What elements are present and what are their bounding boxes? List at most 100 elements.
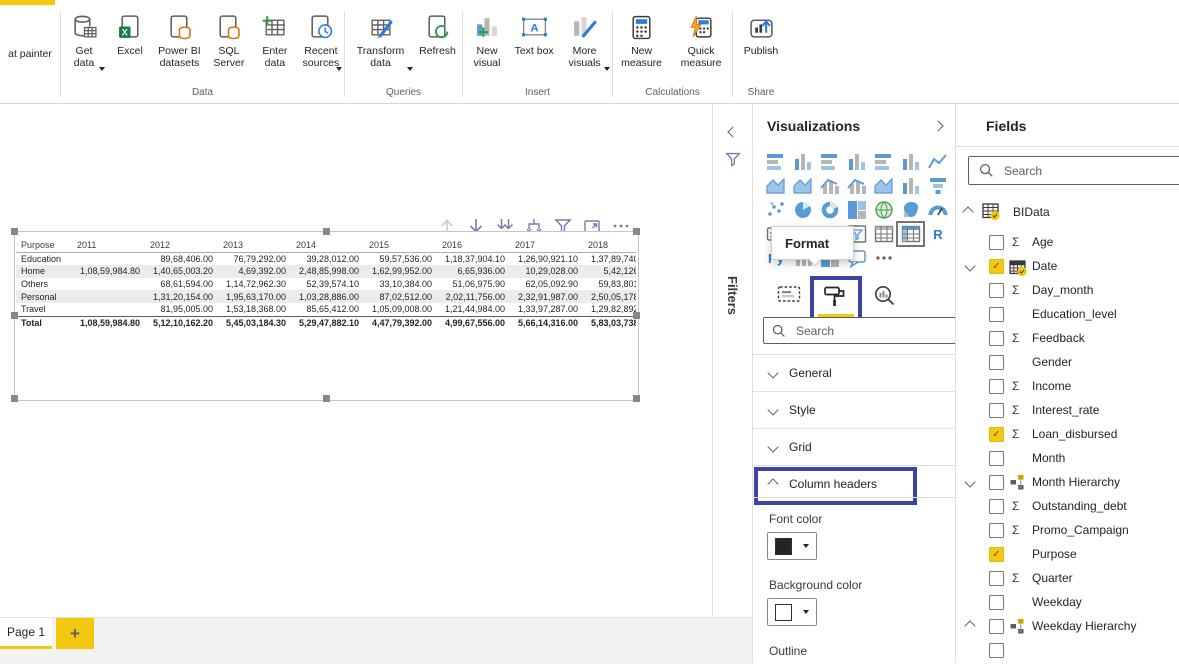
refresh-button[interactable]: Refresh: [415, 12, 461, 58]
selection-handle[interactable]: [633, 228, 640, 235]
chevron-down-icon[interactable]: [964, 260, 975, 271]
donut-chart-gallery-icon[interactable]: [816, 198, 843, 222]
field-checkbox[interactable]: [989, 451, 1004, 466]
field-checkbox[interactable]: [989, 523, 1004, 538]
pie-chart-gallery-icon[interactable]: [789, 198, 816, 222]
field-checkbox[interactable]: [989, 235, 1004, 250]
chevron-down-icon[interactable]: [964, 476, 975, 487]
more-visuals-ellipsis-gallery-icon[interactable]: [870, 246, 897, 270]
fields-search-input[interactable]: [1002, 163, 1179, 179]
font-color-dropdown[interactable]: [767, 532, 817, 560]
field-checkbox[interactable]: ✓: [989, 427, 1004, 442]
scatter-chart-gallery-icon[interactable]: [762, 198, 789, 222]
waterfall-chart-gallery-icon[interactable]: [897, 174, 924, 198]
fields-tab[interactable]: [777, 284, 801, 309]
selection-handle[interactable]: [633, 312, 640, 319]
quick-measure-button[interactable]: Quick measure: [670, 12, 732, 69]
collapse-visualizations-chevron-icon[interactable]: [932, 120, 943, 131]
field-checkbox[interactable]: [989, 595, 1004, 610]
format-search-box[interactable]: [763, 317, 956, 344]
field-item-education_level[interactable]: Education_level: [956, 302, 1179, 326]
new-measure-button[interactable]: New measure: [613, 12, 670, 69]
selection-handle[interactable]: [11, 395, 18, 402]
field-item-quarter[interactable]: ΣQuarter: [956, 566, 1179, 590]
field-item-outstanding_debt[interactable]: ΣOutstanding_debt: [956, 494, 1179, 518]
stacked-column-chart-gallery-icon[interactable]: [789, 150, 816, 174]
field-checkbox[interactable]: [989, 619, 1004, 634]
field-item-interest_rate[interactable]: ΣInterest_rate: [956, 398, 1179, 422]
clustered-bar-chart-gallery-icon[interactable]: [816, 150, 843, 174]
field-checkbox[interactable]: ✓: [989, 259, 1004, 274]
line-and-clustered-column-chart-gallery-icon[interactable]: [843, 174, 870, 198]
format-painter-button[interactable]: at painter: [0, 5, 60, 103]
area-chart-gallery-icon[interactable]: [762, 174, 789, 198]
selection-handle[interactable]: [633, 395, 640, 402]
text-box-button[interactable]: AText box: [511, 12, 557, 58]
format-section-style[interactable]: Style: [753, 391, 956, 428]
100-stacked-column-chart-gallery-icon[interactable]: [897, 150, 924, 174]
field-item-day_month[interactable]: ΣDay_month: [956, 278, 1179, 302]
background-color-dropdown[interactable]: [767, 598, 817, 626]
field-checkbox[interactable]: [989, 331, 1004, 346]
field-checkbox[interactable]: [989, 643, 1004, 658]
treemap-gallery-icon[interactable]: [843, 198, 870, 222]
analytics-tab[interactable]: [872, 284, 898, 313]
format-tab[interactable]: [823, 284, 847, 313]
field-item-purpose[interactable]: ✓Purpose: [956, 542, 1179, 566]
field-checkbox[interactable]: ✓: [989, 547, 1004, 562]
ribbon-chart-gallery-icon[interactable]: [870, 174, 897, 198]
format-section-general[interactable]: General: [753, 354, 956, 391]
field-checkbox[interactable]: [989, 403, 1004, 418]
enter-data-button[interactable]: Enter data: [252, 12, 298, 69]
add-page-button[interactable]: +: [56, 618, 94, 649]
clustered-column-chart-gallery-icon[interactable]: [843, 150, 870, 174]
fields-table-biData[interactable]: BIData: [956, 200, 1179, 224]
matrix-gallery-icon[interactable]: [897, 222, 924, 246]
funnel-chart-gallery-icon[interactable]: [924, 174, 951, 198]
power-bi-datasets-button[interactable]: Power BI datasets: [153, 12, 206, 69]
field-checkbox[interactable]: [989, 283, 1004, 298]
matrix-visual[interactable]: Purpose201120122013201420152016201720182…: [14, 231, 639, 401]
field-checkbox[interactable]: [989, 355, 1004, 370]
expand-filters-chevron-icon[interactable]: [727, 126, 738, 137]
field-item-weekday[interactable]: Weekday: [956, 590, 1179, 614]
field-item-month-hierarchy[interactable]: Month Hierarchy: [956, 470, 1179, 494]
field-item-date[interactable]: ✓Date: [956, 254, 1179, 278]
chevron-up-icon[interactable]: [962, 206, 973, 217]
stacked-area-chart-gallery-icon[interactable]: [789, 174, 816, 198]
field-item-month[interactable]: Month: [956, 446, 1179, 470]
field-checkbox[interactable]: [989, 379, 1004, 394]
stacked-bar-chart-gallery-icon[interactable]: [762, 150, 789, 174]
chevron-up-icon[interactable]: [964, 620, 975, 631]
field-item-partial[interactable]: [956, 638, 1179, 662]
selection-handle[interactable]: [323, 228, 330, 235]
100-stacked-bar-chart-gallery-icon[interactable]: [870, 150, 897, 174]
filters-pane-label[interactable]: Filters: [725, 276, 740, 315]
field-item-gender[interactable]: Gender: [956, 350, 1179, 374]
field-item-loan_disbursed[interactable]: ✓ΣLoan_disbursed: [956, 422, 1179, 446]
map-gallery-icon[interactable]: [870, 198, 897, 222]
field-item-promo_campaign[interactable]: ΣPromo_Campaign: [956, 518, 1179, 542]
more-visuals-button[interactable]: More visuals: [557, 12, 612, 69]
r-script-visual-gallery-icon[interactable]: R: [924, 222, 951, 246]
selection-handle[interactable]: [11, 312, 18, 319]
field-checkbox[interactable]: [989, 475, 1004, 490]
recent-sources-button[interactable]: Recent sources: [298, 12, 344, 69]
new-visual-button[interactable]: New visual: [463, 12, 511, 69]
report-canvas[interactable]: Purpose201120122013201420152016201720182…: [0, 104, 712, 663]
gauge-gallery-icon[interactable]: [924, 198, 951, 222]
line-chart-gallery-icon[interactable]: [924, 150, 951, 174]
sql-server-button[interactable]: SQL Server: [206, 12, 252, 69]
page-tab[interactable]: Page 1: [0, 618, 52, 649]
line-and-stacked-column-chart-gallery-icon[interactable]: [816, 174, 843, 198]
selection-handle[interactable]: [323, 395, 330, 402]
format-section-grid[interactable]: Grid: [753, 428, 956, 465]
transform-data-button[interactable]: Transform data: [347, 12, 415, 69]
field-checkbox[interactable]: [989, 571, 1004, 586]
field-checkbox[interactable]: [989, 307, 1004, 322]
excel-button[interactable]: XExcel: [107, 12, 153, 58]
filled-map-gallery-icon[interactable]: [897, 198, 924, 222]
get-data-button[interactable]: Get data: [61, 12, 107, 69]
selection-handle[interactable]: [11, 228, 18, 235]
field-item-age[interactable]: ΣAge: [956, 230, 1179, 254]
